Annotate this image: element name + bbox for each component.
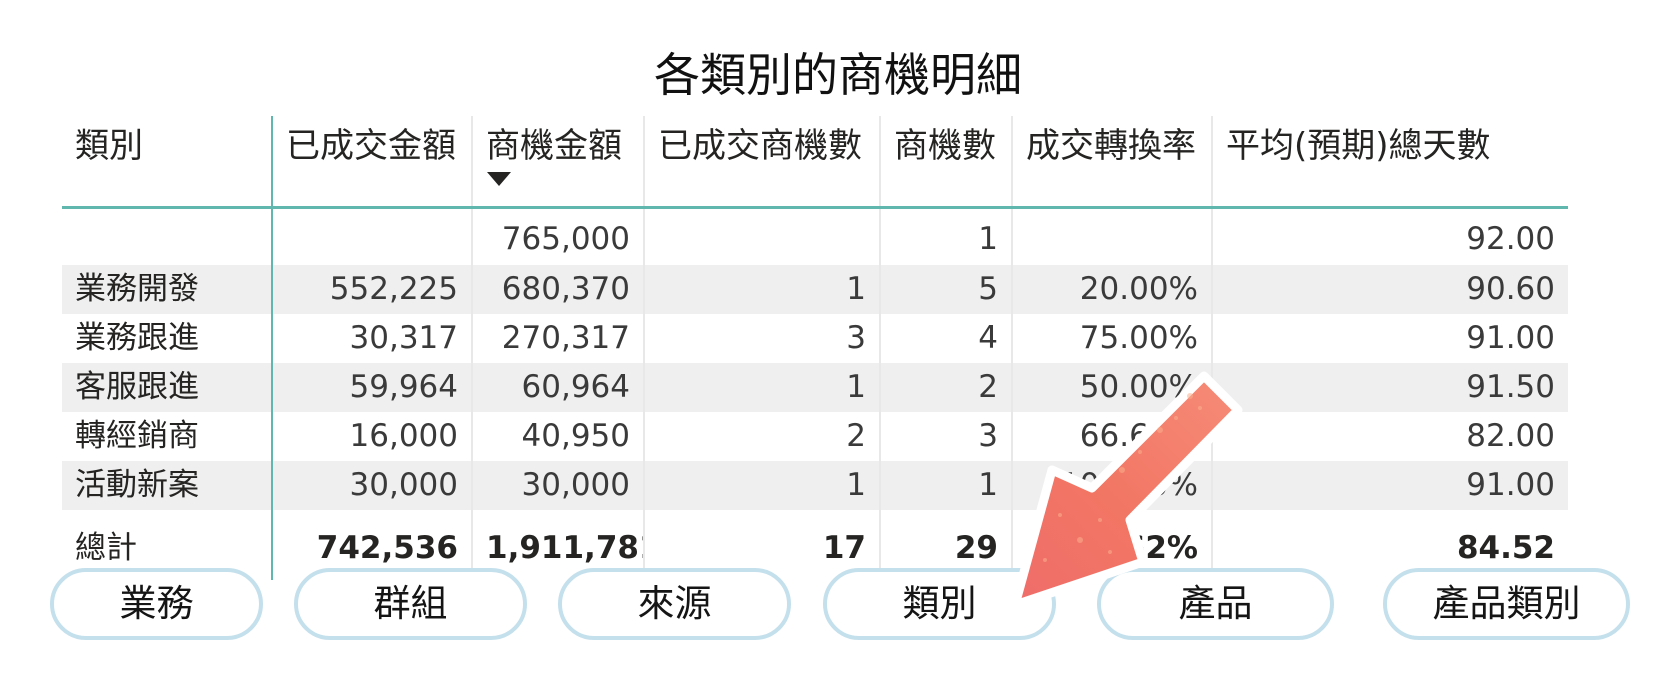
page-title: 各類別的商機明細 xyxy=(654,48,1022,102)
table-cell: 90.60 xyxy=(1211,265,1568,314)
table-cell: 59,964 xyxy=(271,363,472,412)
table-row[interactable]: 轉經銷商 16,000 40,950 2 3 66.67% 82.00 xyxy=(62,412,1568,461)
table-cell: 活動新案 xyxy=(62,461,272,510)
column-header-opportunity-amount[interactable]: 商機金額 xyxy=(471,116,644,209)
table-row[interactable]: 客服跟進 59,964 60,964 1 2 50.00% 91.50 xyxy=(62,363,1568,412)
table-cell: 業務跟進 xyxy=(75,320,199,356)
table-cell: 270,317 xyxy=(471,314,644,363)
table-row[interactable]: 活動新案 30,000 30,000 1 1 100.00% 91.00 xyxy=(62,461,1568,510)
table-cell: 552,225 xyxy=(271,265,472,314)
table-cell: 業務開發 xyxy=(62,265,272,314)
column-header-opportunity-count[interactable]: 商機數 xyxy=(879,116,1012,209)
table-cell: 91.00 xyxy=(1211,461,1568,510)
table-cell: 2 xyxy=(643,412,880,461)
table-cell: 680,370 xyxy=(471,265,644,314)
table-cell: 30,317 xyxy=(271,314,472,363)
table-cell: 765,000 xyxy=(471,207,644,265)
table-cell: 1 xyxy=(879,461,1012,510)
column-header-category[interactable]: 類別 xyxy=(62,116,272,209)
table-cell: 1 xyxy=(879,207,1012,265)
table-cell: 66.67% xyxy=(1011,412,1212,461)
product-button[interactable]: 產品 xyxy=(1097,568,1334,640)
column-header-closed-amount[interactable]: 已成交金額 xyxy=(271,116,472,209)
table-cell xyxy=(271,207,472,265)
table-cell: 82.00 xyxy=(1211,412,1568,461)
table-cell: 30,000 xyxy=(471,461,644,510)
table-cell: 3 xyxy=(879,412,1012,461)
table-cell: 91.00 xyxy=(1211,314,1568,363)
group-button[interactable]: 群組 xyxy=(294,568,527,640)
column-header-closed-count[interactable]: 已成交商機數 xyxy=(643,116,880,209)
data-table: 類別 已成交金額 商機金額 已成交商機數 商機數 成交轉換率 平均(預期)總天數… xyxy=(62,116,1568,580)
sort-descending-icon xyxy=(487,172,511,186)
column-header-label: 商機金額 xyxy=(486,126,622,166)
table-cell: 5 xyxy=(879,265,1012,314)
table-row[interactable]: 業務跟進 30,317 270,317 3 4 75.00% 91.00 xyxy=(62,314,1568,363)
table-cell xyxy=(643,207,880,265)
table-cell: 40,950 xyxy=(471,412,644,461)
table-cell: 客服跟進 xyxy=(62,363,272,412)
table-row[interactable]: 業務開發 552,225 680,370 1 5 20.00% 90.60 xyxy=(62,265,1568,314)
table-cell: 2 xyxy=(879,363,1012,412)
table-row[interactable]: 765,000 1 92.00 xyxy=(62,207,1568,266)
table-cell: 50.00% xyxy=(1011,363,1212,412)
table-cell: 30,000 xyxy=(271,461,472,510)
source-button[interactable]: 來源 xyxy=(558,568,791,640)
table-cell: 100.00% xyxy=(1011,461,1212,510)
business-button[interactable]: 業務 xyxy=(50,568,263,640)
table-cell: 1 xyxy=(643,265,880,314)
table-cell: 1 xyxy=(643,363,880,412)
table-cell: 91.50 xyxy=(1211,363,1568,412)
category-button[interactable]: 類別 xyxy=(823,568,1056,640)
column-header-conversion-rate[interactable]: 成交轉換率 xyxy=(1011,116,1212,209)
category-opportunity-table: 類別 已成交金額 商機金額 已成交商機數 商機數 成交轉換率 平均(預期)總天數… xyxy=(62,116,1568,580)
table-cell: 4 xyxy=(879,314,1012,363)
table-cell xyxy=(62,208,272,266)
table-cell: 20.00% xyxy=(1011,265,1212,314)
table-cell: 3 xyxy=(643,314,880,363)
column-header-avg-days[interactable]: 平均(預期)總天數 xyxy=(1211,116,1568,209)
table-cell xyxy=(1011,207,1212,265)
table-cell: 60,964 xyxy=(471,363,644,412)
table-cell: 1 xyxy=(643,461,880,510)
table-cell: 75.00% xyxy=(1011,314,1212,363)
product-category-button[interactable]: 產品類別 xyxy=(1383,568,1630,640)
table-total-row: 總計 742,536 1,911,781 17 29 58.62% 84.52 xyxy=(62,510,1568,580)
table-cell: 轉經銷商 xyxy=(75,418,199,454)
table-cell: 92.00 xyxy=(1211,207,1568,265)
table-cell: 16,000 xyxy=(271,412,472,461)
table-header-row: 類別 已成交金額 商機金額 已成交商機數 商機數 成交轉換率 平均(預期)總天數 xyxy=(62,116,1568,209)
